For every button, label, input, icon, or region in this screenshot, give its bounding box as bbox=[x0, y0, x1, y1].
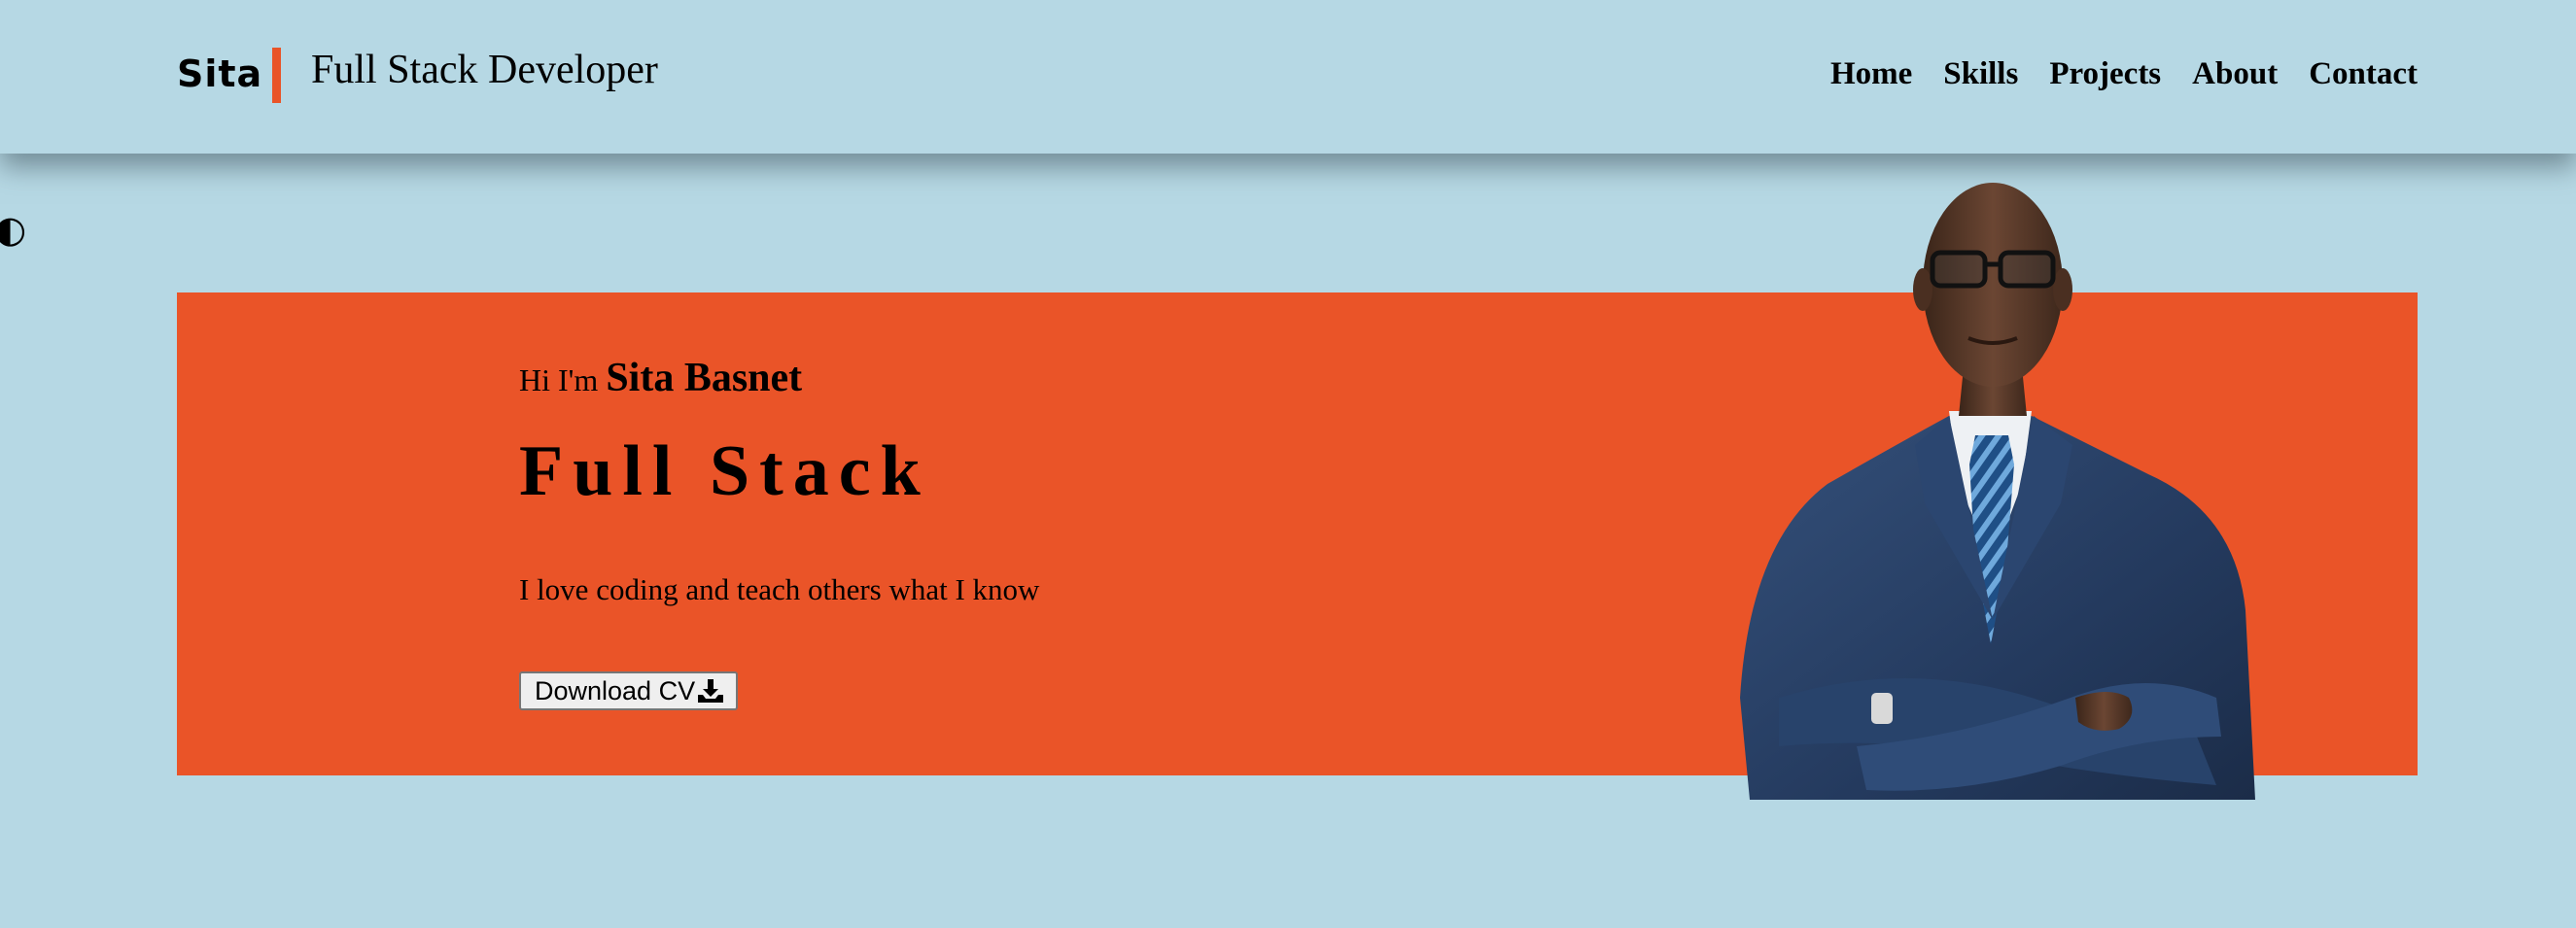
theme-toggle-icon[interactable]: ◐ bbox=[0, 210, 26, 249]
profile-portrait bbox=[1740, 183, 2255, 800]
hero-title: Full Stack bbox=[519, 431, 930, 511]
page: Sita Full Stack Developer Home Skills Pr… bbox=[0, 0, 2576, 928]
logo[interactable]: Sita bbox=[177, 52, 262, 95]
nav-projects[interactable]: Projects bbox=[2049, 54, 2161, 93]
nav-about[interactable]: About bbox=[2192, 54, 2278, 93]
hero-name: Sita Basnet bbox=[606, 356, 803, 400]
logo-divider bbox=[272, 48, 281, 103]
hero-intro: Hi I'm Sita Basnet bbox=[519, 355, 802, 403]
hero-tagline: I love coding and teach others what I kn… bbox=[519, 572, 1040, 606]
nav-home[interactable]: Home bbox=[1830, 54, 1912, 93]
nav-contact[interactable]: Contact bbox=[2309, 54, 2418, 93]
download-icon bbox=[697, 678, 724, 704]
download-cv-label: Download CV bbox=[535, 675, 696, 705]
download-cv-button[interactable]: Download CV bbox=[519, 671, 739, 710]
nav-skills[interactable]: Skills bbox=[1943, 54, 2018, 93]
site-role: Full Stack Developer bbox=[311, 48, 658, 92]
site-header: Sita Full Stack Developer Home Skills Pr… bbox=[0, 0, 2576, 154]
hero-greeting: Hi I'm bbox=[519, 362, 599, 397]
main-nav: Home Skills Projects About Contact bbox=[1830, 54, 2418, 93]
